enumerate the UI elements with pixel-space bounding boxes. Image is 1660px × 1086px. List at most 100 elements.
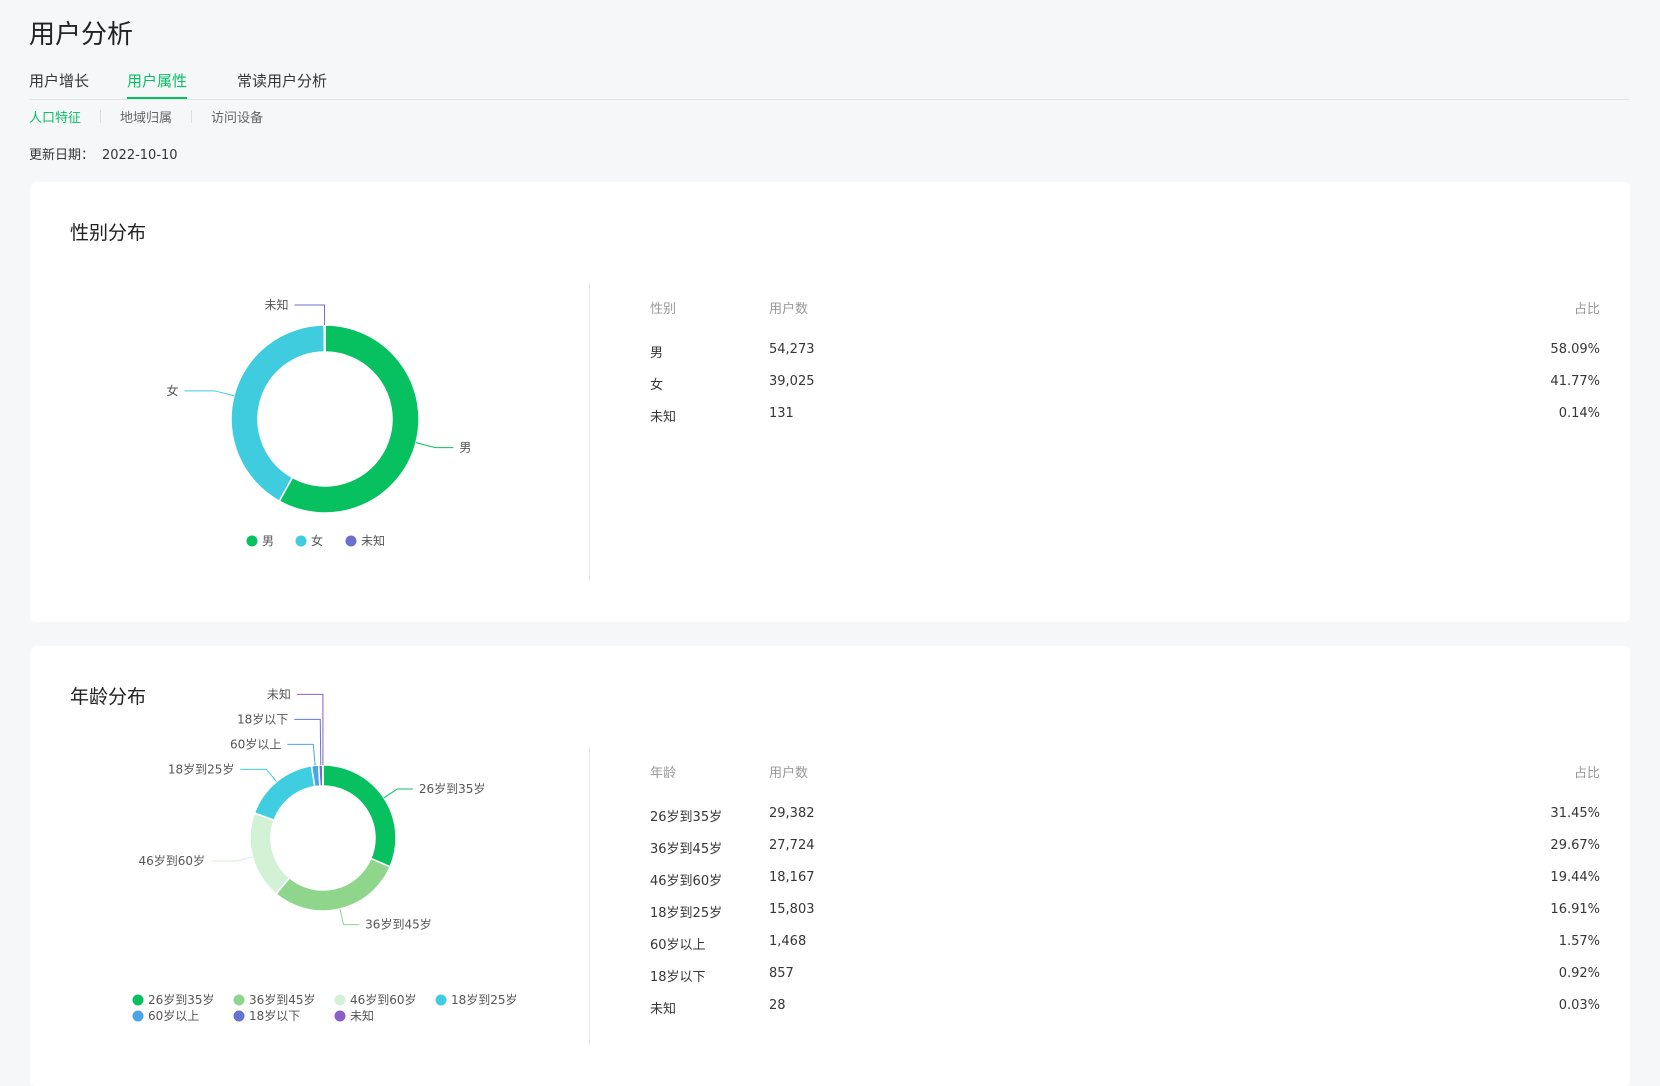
legend-label[interactable]: 46岁到60岁: [350, 992, 417, 1007]
row-count: 28: [769, 998, 786, 1013]
age-header-category: 年龄: [650, 762, 676, 781]
row-ratio: 16.91%: [1550, 902, 1600, 917]
row-count: 29,382: [769, 806, 815, 821]
legend-dot[interactable]: [346, 536, 357, 547]
label-leader-line: [294, 305, 324, 325]
legend-dot[interactable]: [133, 1011, 144, 1022]
row-count: 131: [769, 406, 794, 421]
legend-label[interactable]: 18岁以下: [249, 1008, 300, 1023]
age-donut-chart: 26岁到35岁 36岁到45岁 46岁到60岁 18岁到25岁 60岁以上 18岁以下 未知…: [30, 646, 570, 1086]
label-leader-line: [185, 391, 234, 396]
age-header-count: 用户数: [769, 762, 808, 781]
card-divider: [589, 746, 590, 1046]
tab-user-attributes[interactable]: 用户属性: [127, 70, 187, 99]
row-category: 男: [650, 342, 663, 361]
tab-user-growth[interactable]: 用户增长: [29, 70, 89, 97]
table-row: 46岁到60岁 18,167 19.44%: [650, 870, 1600, 890]
slice-label: 女: [167, 383, 179, 398]
slice-label: 男: [459, 441, 471, 455]
row-ratio: 0.14%: [1559, 406, 1600, 421]
slice-label: 46岁到60岁: [138, 853, 205, 868]
legend-dot[interactable]: [436, 995, 447, 1006]
label-leader-line: [340, 909, 359, 925]
table-row: 女 39,025 41.77%: [650, 374, 1600, 394]
table-row: 36岁到45岁 27,724 29.67%: [650, 838, 1600, 858]
gender-header-ratio: 占比: [1574, 298, 1600, 317]
donut-slice[interactable]: [254, 766, 314, 820]
slice-label: 60岁以上: [230, 736, 281, 751]
subtab-devices[interactable]: 访问设备: [211, 107, 263, 126]
row-count: 39,025: [769, 374, 815, 389]
gender-header-category: 性别: [650, 298, 676, 317]
row-ratio: 41.77%: [1550, 374, 1600, 389]
donut-slice[interactable]: [250, 813, 290, 894]
table-row: 26岁到35岁 29,382 31.45%: [650, 806, 1600, 826]
legend-label[interactable]: 女: [311, 533, 323, 548]
row-count: 1,468: [769, 934, 806, 949]
table-row: 未知 131 0.14%: [650, 406, 1600, 426]
legend-label[interactable]: 60岁以上: [148, 1008, 199, 1023]
label-leader-line: [294, 719, 320, 765]
table-row: 男 54,273 58.09%: [650, 342, 1600, 362]
gender-header-count: 用户数: [769, 298, 808, 317]
legend-dot[interactable]: [335, 1011, 346, 1022]
age-header-ratio: 占比: [1574, 762, 1600, 781]
row-category: 18岁到25岁: [650, 902, 722, 921]
subtab-demographics[interactable]: 人口特征: [29, 107, 81, 126]
legend-label[interactable]: 男: [262, 534, 274, 548]
row-count: 18,167: [769, 870, 815, 885]
donut-slice[interactable]: [324, 325, 325, 352]
main-tabs: 用户增长 用户属性 常读用户分析: [29, 70, 1629, 100]
legend-label[interactable]: 未知: [350, 1009, 374, 1023]
legend-dot[interactable]: [133, 995, 144, 1006]
table-row: 60岁以上 1,468 1.57%: [650, 934, 1600, 954]
gender-card: 性别分布 男女未知男女未知 性别 用户数 占比 男 54,273 58.09% …: [30, 182, 1630, 622]
row-ratio: 31.45%: [1550, 806, 1600, 821]
label-leader-line: [384, 789, 413, 798]
row-category: 未知: [650, 998, 676, 1017]
table-row: 18岁以下 857 0.92%: [650, 966, 1600, 986]
row-category: 18岁以下: [650, 966, 706, 985]
row-ratio: 0.03%: [1559, 998, 1600, 1013]
legend-dot[interactable]: [335, 995, 346, 1006]
update-date-label: 更新日期：: [29, 148, 94, 163]
label-leader-line: [416, 443, 453, 448]
sub-tabs: 人口特征 地域归属 访问设备: [29, 107, 263, 126]
card-divider: [589, 282, 590, 582]
page-title: 用户分析: [29, 14, 133, 51]
legend-label[interactable]: 未知: [361, 534, 385, 548]
subtab-region[interactable]: 地域归属: [120, 107, 172, 126]
row-category: 46岁到60岁: [650, 870, 722, 889]
row-count: 15,803: [769, 902, 815, 917]
row-ratio: 19.44%: [1550, 870, 1600, 885]
table-row: 未知 28 0.03%: [650, 998, 1600, 1018]
legend-label[interactable]: 18岁到25岁: [451, 992, 518, 1007]
subtab-separator: [100, 110, 101, 123]
update-date: 更新日期： 2022-10-10: [29, 144, 178, 163]
row-count: 857: [769, 966, 794, 981]
row-count: 54,273: [769, 342, 815, 357]
row-category: 60岁以上: [650, 934, 706, 953]
row-ratio: 58.09%: [1550, 342, 1600, 357]
donut-slice[interactable]: [276, 858, 390, 911]
donut-slice[interactable]: [231, 325, 324, 501]
tab-frequent-readers[interactable]: 常读用户分析: [237, 70, 327, 97]
slice-label: 未知: [267, 687, 291, 701]
slice-label: 18岁到25岁: [168, 761, 235, 776]
legend-label[interactable]: 26岁到35岁: [148, 992, 215, 1007]
table-row: 18岁到25岁 15,803 16.91%: [650, 902, 1600, 922]
update-date-value: 2022-10-10: [102, 148, 178, 163]
slice-label: 36岁到45岁: [365, 917, 432, 932]
legend-dot[interactable]: [234, 995, 245, 1006]
row-category: 26岁到35岁: [650, 806, 722, 825]
legend-dot[interactable]: [296, 536, 307, 547]
label-leader-line: [297, 694, 323, 765]
legend-dot[interactable]: [234, 1011, 245, 1022]
age-card: 年龄分布 26岁到35岁36岁到45岁46岁到60岁18岁到25岁60岁以上18…: [30, 646, 1630, 1086]
label-leader-line: [287, 744, 315, 765]
legend-dot[interactable]: [247, 536, 258, 547]
donut-slice[interactable]: [323, 765, 396, 867]
label-leader-line: [211, 857, 252, 861]
legend-label[interactable]: 36岁到45岁: [249, 992, 316, 1007]
slice-label: 26岁到35岁: [419, 781, 486, 796]
